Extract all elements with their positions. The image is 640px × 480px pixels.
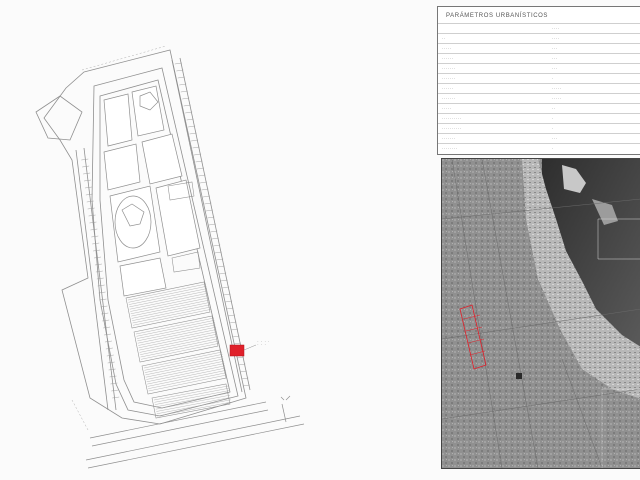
plan-parking-dash xyxy=(111,389,119,392)
highlighted-lot xyxy=(229,344,245,357)
param-row: · · · · · · · · xyxy=(438,43,640,53)
param-label: · · · · · · xyxy=(442,87,454,91)
plan-hatch-line xyxy=(146,363,225,380)
param-label: · · · · · · · · xyxy=(442,147,458,151)
document-sheet: · · · · · · · PARÁMETROS URBANÍSTICOS · … xyxy=(0,0,640,480)
param-label: · · · · · · · xyxy=(442,67,456,71)
plan-parking-dash xyxy=(82,165,90,168)
plan-hatch-line xyxy=(129,290,208,308)
param-value: · xyxy=(552,127,554,131)
plan-hatch-line xyxy=(136,320,215,337)
plan-left-lobe xyxy=(35,95,83,141)
param-row: · · · · · · · · · · · xyxy=(438,113,640,123)
plan-parking-dash xyxy=(104,340,112,343)
plan-parking-dash xyxy=(112,396,120,399)
plan-parking-dash xyxy=(103,326,111,329)
plan-hatch-line xyxy=(141,343,220,360)
plan-parking-dash xyxy=(104,333,112,336)
param-row: · · · · · · · · · xyxy=(438,143,640,153)
param-value: · · · · · xyxy=(552,97,562,101)
param-row: · · · · · · · · · · xyxy=(438,133,640,143)
plan-hatch-line xyxy=(133,309,212,326)
plan-hatch-line xyxy=(140,338,219,355)
plan-parking-dash xyxy=(99,298,107,301)
plan-hatch-line xyxy=(143,351,223,369)
param-value: · xyxy=(552,117,554,121)
param-value: · · · xyxy=(552,47,558,51)
param-value: · · · xyxy=(552,137,558,141)
param-label: · · xyxy=(442,37,446,41)
urban-parameters-title: PARÁMETROS URBANÍSTICOS xyxy=(446,13,549,19)
plan-parking-dash xyxy=(108,368,116,371)
plan-parking-dash xyxy=(107,361,115,364)
plan-hatch-line xyxy=(132,304,211,321)
plan-parking-dash xyxy=(81,158,89,161)
plan-hatch-line xyxy=(147,370,226,387)
plan-hatch-line xyxy=(131,299,210,317)
plan-hatch-line xyxy=(138,329,217,346)
param-row: · · · · xyxy=(438,23,640,33)
lot-callout: · · · · · · · xyxy=(257,340,270,346)
plan-hatch-line xyxy=(146,365,225,382)
param-value: · xyxy=(552,77,554,81)
plan-parking-dash xyxy=(83,172,91,175)
plan-hatch-line xyxy=(137,327,216,344)
param-value: · · · xyxy=(552,67,558,71)
plan-hatch-line xyxy=(140,340,219,358)
plan-hatch-line xyxy=(131,302,210,319)
plan-hatch-line xyxy=(145,358,224,376)
param-label: · · · · · xyxy=(442,47,452,51)
param-row: · · · · · · · · · xyxy=(438,53,640,63)
site-plan-drawing xyxy=(35,45,305,469)
param-row: · · · · · · xyxy=(438,33,640,43)
param-value: · · · · · xyxy=(552,87,562,91)
plan-hatch-line xyxy=(145,361,224,378)
param-row: · · · · · · · · · · · xyxy=(438,83,640,93)
param-row: · · · · · · · xyxy=(438,103,640,113)
param-row: · · · · · · · · · · xyxy=(438,63,640,73)
plan-hatch-line xyxy=(129,293,208,310)
param-label: · · · · · · · xyxy=(442,97,456,101)
param-value: · · xyxy=(552,107,556,111)
plan-hatch-line xyxy=(144,354,223,371)
param-label: · · · · · · · xyxy=(442,137,456,141)
plan-parking-dash xyxy=(102,319,110,322)
aerial-photo xyxy=(441,158,640,469)
plan-hatch-line xyxy=(135,317,215,335)
param-label: · · · · · · · xyxy=(442,77,456,81)
param-value: · xyxy=(552,147,554,151)
callout-line-2: · · · xyxy=(257,342,267,346)
param-row: · · · · · · · · · · · xyxy=(438,123,640,133)
param-label: · · · · · · · · · · xyxy=(442,117,462,121)
param-value: · · · · xyxy=(552,27,560,31)
plan-hatch-line xyxy=(130,295,209,312)
param-label: · · · · · xyxy=(442,107,452,111)
plan-hatch-line xyxy=(132,306,211,324)
plan-hatch-line xyxy=(130,297,209,314)
urban-parameters-table: PARÁMETROS URBANÍSTICOS · · · · · · · · · … xyxy=(437,6,640,155)
plan-hatch-line xyxy=(136,322,215,339)
plan-hatch-line xyxy=(137,324,216,342)
plan-parking-dash xyxy=(109,375,117,378)
param-value: · · · xyxy=(552,57,558,61)
param-label: · · · · · · xyxy=(442,57,454,61)
plan-hatch-line xyxy=(138,331,217,348)
plan-hatch-line xyxy=(147,367,226,385)
param-row: · · · · · · · · xyxy=(438,73,640,83)
param-row: · · · · · · · · · · · · xyxy=(438,93,640,103)
param-value: · · · · xyxy=(552,37,560,41)
plan-hatch-line xyxy=(139,333,218,351)
param-label: · · · · · · · · · · xyxy=(442,127,462,131)
plan-hatch-line xyxy=(144,356,223,373)
plan-hatch-line xyxy=(139,336,218,353)
